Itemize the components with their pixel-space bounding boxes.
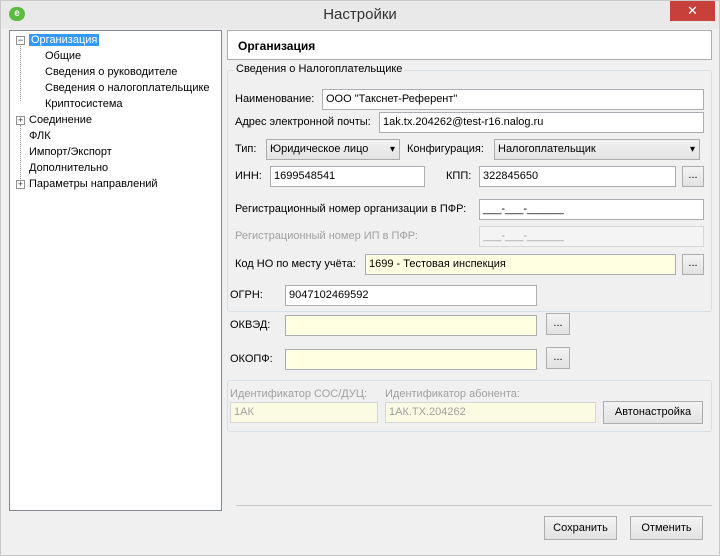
tree-item-taxpayer[interactable]: Сведения о налогоплательщике	[45, 81, 210, 96]
subscriber-label: Идентификатор абонента:	[385, 388, 520, 400]
type-select[interactable]: Юридическое лицо ▾	[266, 139, 400, 160]
tree-guide-line	[20, 43, 21, 101]
settings-window: e Настройки ✕ − Организация Общие Сведен…	[0, 0, 720, 556]
tree-item-organization[interactable]: Организация	[29, 33, 100, 48]
close-button[interactable]: ✕	[670, 1, 715, 21]
chevron-down-icon: ▾	[689, 144, 695, 155]
autoconfig-button[interactable]: Автонастройка	[603, 401, 703, 424]
kpp-browse-button[interactable]: ...	[682, 166, 704, 187]
settings-tree: − Организация Общие Сведения о руководит…	[9, 30, 222, 511]
tree-item-common[interactable]: Общие	[45, 49, 81, 64]
okopf-browse-button[interactable]: ...	[546, 347, 570, 369]
okved-label: ОКВЭД:	[230, 319, 271, 331]
tax-office-field[interactable]: 1699 - Тестовая инспекция	[365, 254, 676, 275]
panel-title: Организация	[227, 30, 712, 60]
title-bar: e Настройки ✕	[1, 1, 719, 29]
config-select[interactable]: Налогоплательщик ▾	[494, 139, 700, 160]
ogrn-field[interactable]: 9047102469592	[285, 285, 537, 306]
inn-field[interactable]: 1699548541	[270, 166, 425, 187]
tree-item-extra[interactable]: Дополнительно	[29, 161, 108, 176]
taxpayer-group: Сведения о Налогоплательщике Наименовани…	[227, 63, 712, 312]
expand-icon[interactable]: +	[16, 180, 25, 189]
okved-field[interactable]	[285, 315, 537, 336]
tree-item-head[interactable]: Сведения о руководителе	[45, 65, 177, 80]
tree-item-flk[interactable]: ФЛК	[29, 129, 51, 144]
name-field[interactable]: ООО "Такснет-Референт"	[322, 89, 704, 110]
sos-label: Идентификатор СОС/ДУЦ:	[230, 388, 368, 400]
kpp-label: КПП:	[446, 170, 472, 182]
email-label: Адрес электронной почты:	[235, 116, 371, 128]
config-label: Конфигурация:	[407, 143, 484, 155]
expand-icon[interactable]: +	[16, 116, 25, 125]
subscriber-field: 1АК.ТХ.204262	[385, 402, 596, 423]
config-selected: Налогоплательщик	[498, 143, 596, 155]
sos-field: 1АК	[230, 402, 378, 423]
pfr-ip-label: Регистрационный номер ИП в ПФР:	[235, 230, 418, 242]
pfr-org-label: Регистрационный номер организации в ПФР:	[235, 203, 467, 215]
okved-browse-button[interactable]: ...	[546, 313, 570, 335]
inn-label: ИНН:	[235, 170, 262, 182]
tax-office-browse-button[interactable]: ...	[682, 254, 704, 275]
okopf-label: ОКОПФ:	[230, 353, 273, 365]
kpp-field[interactable]: 322845650	[479, 166, 676, 187]
organization-panel: Организация Сведения о Налогоплательщике…	[227, 30, 712, 511]
name-label: Наименование:	[235, 93, 315, 105]
cancel-button[interactable]: Отменить	[630, 516, 703, 540]
pfr-ip-field: ___-___-______	[479, 226, 704, 247]
pfr-org-field[interactable]: ___-___-______	[479, 199, 704, 220]
tree-item-crypto[interactable]: Криптосистема	[45, 97, 123, 112]
tree-item-connection[interactable]: Соединение	[29, 113, 92, 128]
tree-guide-line	[20, 125, 21, 183]
tree-item-directions[interactable]: Параметры направлений	[29, 177, 158, 192]
type-label: Тип:	[235, 143, 257, 155]
group-title: Сведения о Налогоплательщике	[234, 63, 405, 75]
window-title: Настройки	[323, 6, 397, 23]
tax-office-label: Код НО по месту учёта:	[235, 258, 356, 270]
chevron-down-icon: ▾	[389, 144, 395, 155]
okopf-field[interactable]	[285, 349, 537, 370]
collapse-icon[interactable]: −	[16, 36, 25, 45]
type-selected: Юридическое лицо	[270, 143, 369, 155]
save-button[interactable]: Сохранить	[544, 516, 617, 540]
tree-item-import-export[interactable]: Импорт/Экспорт	[29, 145, 112, 160]
footer-divider	[236, 505, 712, 506]
tree-item-label: Организация	[29, 34, 100, 46]
ogrn-label: ОГРН:	[230, 289, 263, 301]
email-field[interactable]: 1ak.tx.204262@test-r16.nalog.ru	[379, 112, 704, 133]
